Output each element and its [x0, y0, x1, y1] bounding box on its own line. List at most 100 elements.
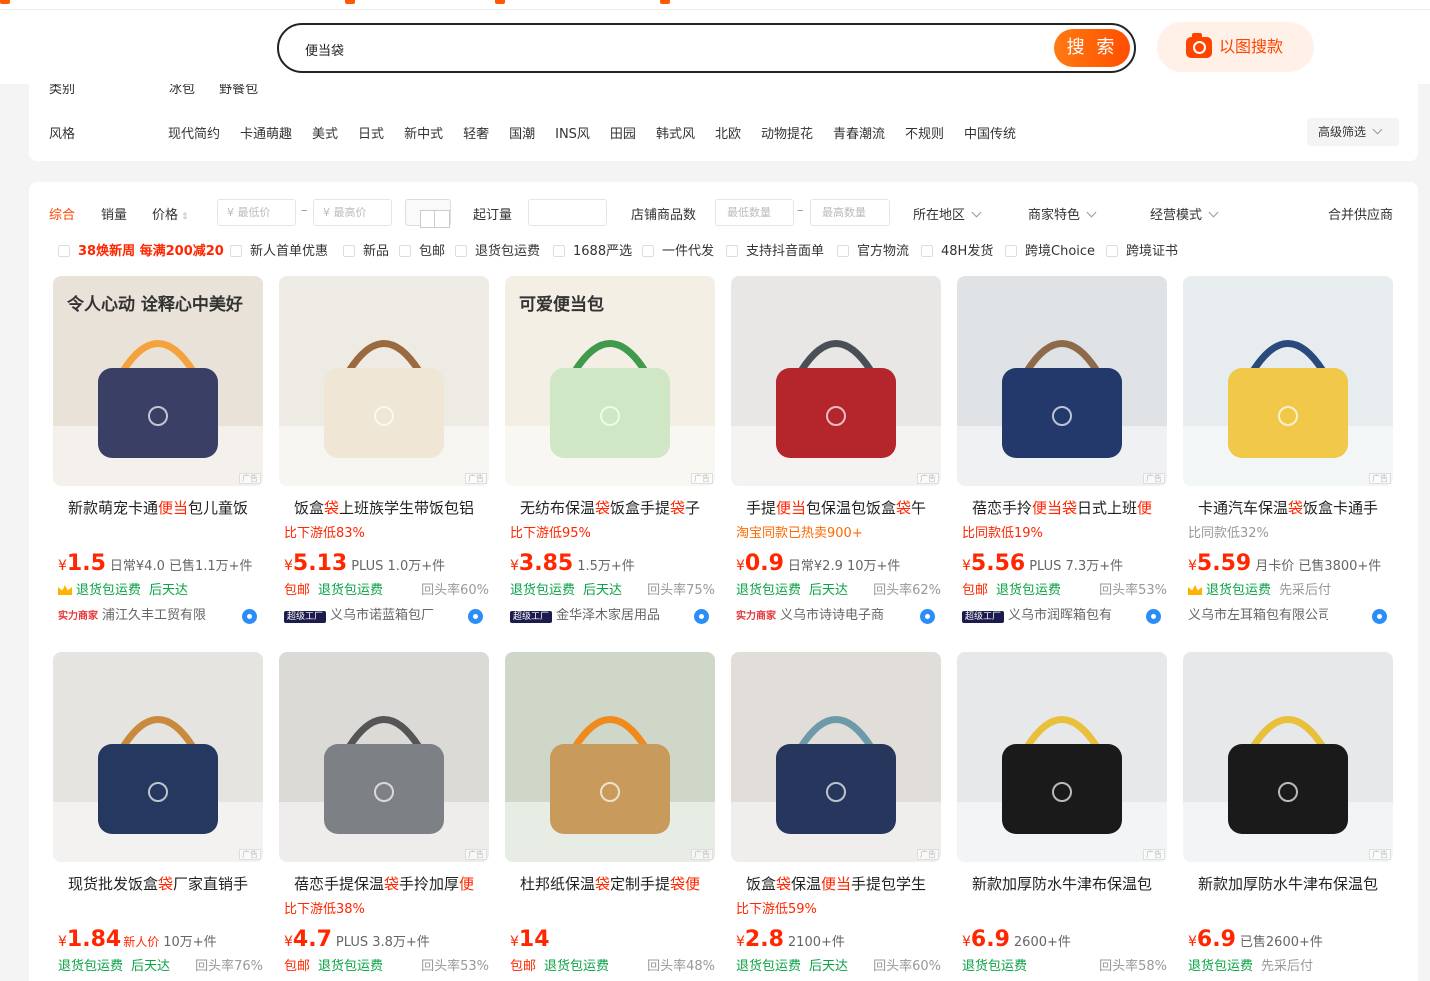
product-title[interactable]: 现货批发饭盒袋厂家直销手: [53, 871, 263, 897]
product-card[interactable]: 广告 卡通汽车保温袋饭盒卡通手 比同款低32% ¥5.59 月卡价 已售3800+件 退货…: [1183, 276, 1393, 636]
filter-checkbox[interactable]: 1688严选: [553, 240, 632, 259]
product-image[interactable]: 可爱便当包 广告: [505, 276, 715, 486]
region-dropdown[interactable]: 所在地区: [913, 204, 982, 223]
shop-line[interactable]: 义乌市左耳箱包有限公司: [1188, 607, 1393, 625]
product-image[interactable]: 广告: [279, 652, 489, 862]
filter-option[interactable]: 田园: [610, 123, 636, 142]
product-title[interactable]: 手提便当包保温包饭盒袋午: [731, 495, 941, 521]
chat-icon[interactable]: [1146, 609, 1161, 624]
product-image[interactable]: 广告: [957, 276, 1167, 486]
features-dropdown[interactable]: 商家特色: [1028, 204, 1097, 223]
product-card[interactable]: 广告 饭盒袋保温便当手提包学生 比下游低59% ¥2.8 2100+件 退货包运费 后天达 回…: [731, 652, 941, 981]
chat-icon[interactable]: [920, 609, 935, 624]
product-card[interactable]: 广告 新款加厚防水牛津布保温包 ¥6.9 已售2600+件 退货包运费 先采后付: [1183, 652, 1393, 981]
filter-checkbox[interactable]: 跨境证书: [1106, 240, 1178, 259]
chat-icon[interactable]: [242, 609, 257, 624]
product-card[interactable]: 令人心动 诠释心中美好 广告 新款萌宠卡通便当包儿童饭 ¥1.5 日常¥4.0 已售1.…: [53, 276, 263, 636]
filter-option[interactable]: 北欧: [715, 123, 741, 142]
product-card[interactable]: 广告 新款加厚防水牛津布保温包 ¥6.9 2600+件 退货包运费 回头率58%: [957, 652, 1167, 981]
max-price-input[interactable]: ¥ 最高价: [313, 199, 392, 226]
moq-input[interactable]: [528, 199, 607, 226]
chat-icon[interactable]: [468, 609, 483, 624]
shop-name[interactable]: 义乌市润晖箱包有: [1008, 607, 1112, 625]
product-image[interactable]: 令人心动 诠释心中美好 广告: [53, 276, 263, 486]
filter-option[interactable]: 国潮: [509, 123, 535, 142]
product-title[interactable]: 蓓恋手拎便当袋日式上班便: [957, 495, 1167, 521]
product-title[interactable]: 新款加厚防水牛津布保温包: [1183, 871, 1393, 897]
product-card[interactable]: 广告 现货批发饭盒袋厂家直销手 ¥1.84 新人价 10万+件 退货包运费 后天达 回头率76…: [53, 652, 263, 981]
shop-line[interactable]: 实力商家 义乌市诗诗电子商: [736, 607, 941, 626]
product-title[interactable]: 蓓恋手提保温袋手拎加厚便: [279, 871, 489, 897]
filter-checkbox[interactable]: 新人首单优惠: [230, 240, 328, 259]
filter-option[interactable]: 卡通萌趣: [240, 123, 292, 142]
filter-checkbox[interactable]: 48H发货: [921, 240, 993, 259]
sort-comprehensive[interactable]: 综合: [49, 204, 75, 223]
filter-option[interactable]: 野餐包: [219, 84, 258, 97]
product-image[interactable]: 广告: [1183, 652, 1393, 862]
filter-checkbox[interactable]: 新品: [343, 240, 389, 259]
filter-option[interactable]: 不规则: [905, 123, 944, 142]
mode-dropdown[interactable]: 经营模式: [1150, 204, 1219, 223]
product-image[interactable]: 广告: [1183, 276, 1393, 486]
filter-option[interactable]: 美式: [312, 123, 338, 142]
max-qty-input[interactable]: 最高数量: [810, 199, 890, 226]
min-price-input[interactable]: ¥ 最低价: [217, 199, 296, 226]
product-image[interactable]: 广告: [53, 652, 263, 862]
product-title[interactable]: 新款加厚防水牛津布保温包: [957, 871, 1167, 897]
sort-sales[interactable]: 销量: [101, 204, 127, 223]
image-search-button[interactable]: 以图搜款: [1157, 22, 1314, 72]
product-card[interactable]: 广告 手提便当包保温包饭盒袋午 淘宝同款已热卖900+ ¥0.9 日常¥2.9 10万+…: [731, 276, 941, 636]
shop-name[interactable]: 金华泽木家居用品: [556, 607, 660, 625]
shop-line[interactable]: 超级工厂 义乌市诺蓝箱包厂: [284, 607, 489, 626]
shop-line[interactable]: 超级工厂 义乌市润晖箱包有: [962, 607, 1167, 626]
filter-checkbox[interactable]: 退货包运费: [455, 240, 540, 259]
product-title[interactable]: 杜邦纸保温袋定制手提袋便: [505, 871, 715, 897]
filter-checkbox[interactable]: 跨境Choice: [1005, 240, 1095, 259]
product-card[interactable]: 广告 杜邦纸保温袋定制手提袋便 ¥14 包邮 退货包运费 回头率48%: [505, 652, 715, 981]
shop-name[interactable]: 浦江久丰工贸有限: [102, 607, 206, 625]
product-title[interactable]: 无纺布保温袋饭盒手提袋子: [505, 495, 715, 521]
product-title[interactable]: 卡通汽车保温袋饭盒卡通手: [1183, 495, 1393, 521]
product-image[interactable]: 广告: [731, 276, 941, 486]
shop-name[interactable]: 义乌市诺蓝箱包厂: [330, 607, 434, 625]
view-toggle[interactable]: [405, 199, 451, 228]
search-input[interactable]: [305, 39, 1005, 59]
chat-icon[interactable]: [694, 609, 709, 624]
filter-option[interactable]: 动物提花: [761, 123, 813, 142]
filter-checkbox[interactable]: 官方物流: [837, 240, 909, 259]
filter-option[interactable]: 冰包: [169, 84, 195, 97]
product-image[interactable]: 广告: [505, 652, 715, 862]
filter-option[interactable]: INS风: [555, 123, 590, 142]
shop-name[interactable]: 义乌市左耳箱包有限公司: [1188, 607, 1328, 625]
product-card[interactable]: 广告 蓓恋手提保温袋手拎加厚便 比下游低38% ¥4.7 PLUS 3.8万+件 包邮 退货…: [279, 652, 489, 981]
product-title[interactable]: 新款萌宠卡通便当包儿童饭: [53, 495, 263, 521]
min-qty-input[interactable]: 最低数量: [715, 199, 794, 226]
sort-price[interactable]: 价格 ⇕: [152, 204, 189, 223]
chat-icon[interactable]: [1372, 609, 1387, 624]
filter-option[interactable]: 现代简约: [168, 123, 220, 142]
filter-option[interactable]: 韩式风: [656, 123, 695, 142]
filter-checkbox[interactable]: 38焕新周 每满200减20: [58, 240, 224, 259]
advanced-filter-button[interactable]: 高级筛选: [1307, 118, 1399, 146]
product-title[interactable]: 饭盒袋上班族学生带饭包铝: [279, 495, 489, 521]
shop-line[interactable]: 实力商家 浦江久丰工贸有限: [58, 607, 263, 626]
shop-line[interactable]: 超级工厂 金华泽木家居用品: [510, 607, 715, 626]
filter-option[interactable]: 青春潮流: [833, 123, 885, 142]
product-image[interactable]: 广告: [731, 652, 941, 862]
filter-checkbox[interactable]: 一件代发: [642, 240, 714, 259]
search-button[interactable]: 搜 索: [1054, 29, 1130, 67]
product-image[interactable]: 广告: [279, 276, 489, 486]
product-card[interactable]: 可爱便当包 广告 无纺布保温袋饭盒手提袋子 比下游低95% ¥3.85 1.5万+件 退货包…: [505, 276, 715, 636]
shop-name[interactable]: 义乌市诗诗电子商: [780, 607, 884, 625]
product-card[interactable]: 广告 蓓恋手拎便当袋日式上班便 比同款低19% ¥5.56 PLUS 7.3万+件 包邮退…: [957, 276, 1167, 636]
filter-checkbox[interactable]: 包邮: [399, 240, 445, 259]
filter-option[interactable]: 中国传统: [964, 123, 1016, 142]
product-card[interactable]: 广告 饭盒袋上班族学生带饭包铝 比下游低83% ¥5.13 PLUS 1.0万+件 包邮退…: [279, 276, 489, 636]
filter-option[interactable]: 轻奢: [463, 123, 489, 142]
filter-option[interactable]: 日式: [358, 123, 384, 142]
product-title[interactable]: 饭盒袋保温便当手提包学生: [731, 871, 941, 897]
product-image[interactable]: 广告: [957, 652, 1167, 862]
merge-suppliers[interactable]: 合并供应商: [1328, 204, 1393, 223]
filter-option[interactable]: 新中式: [404, 123, 443, 142]
filter-checkbox[interactable]: 支持抖音面单: [726, 240, 824, 259]
